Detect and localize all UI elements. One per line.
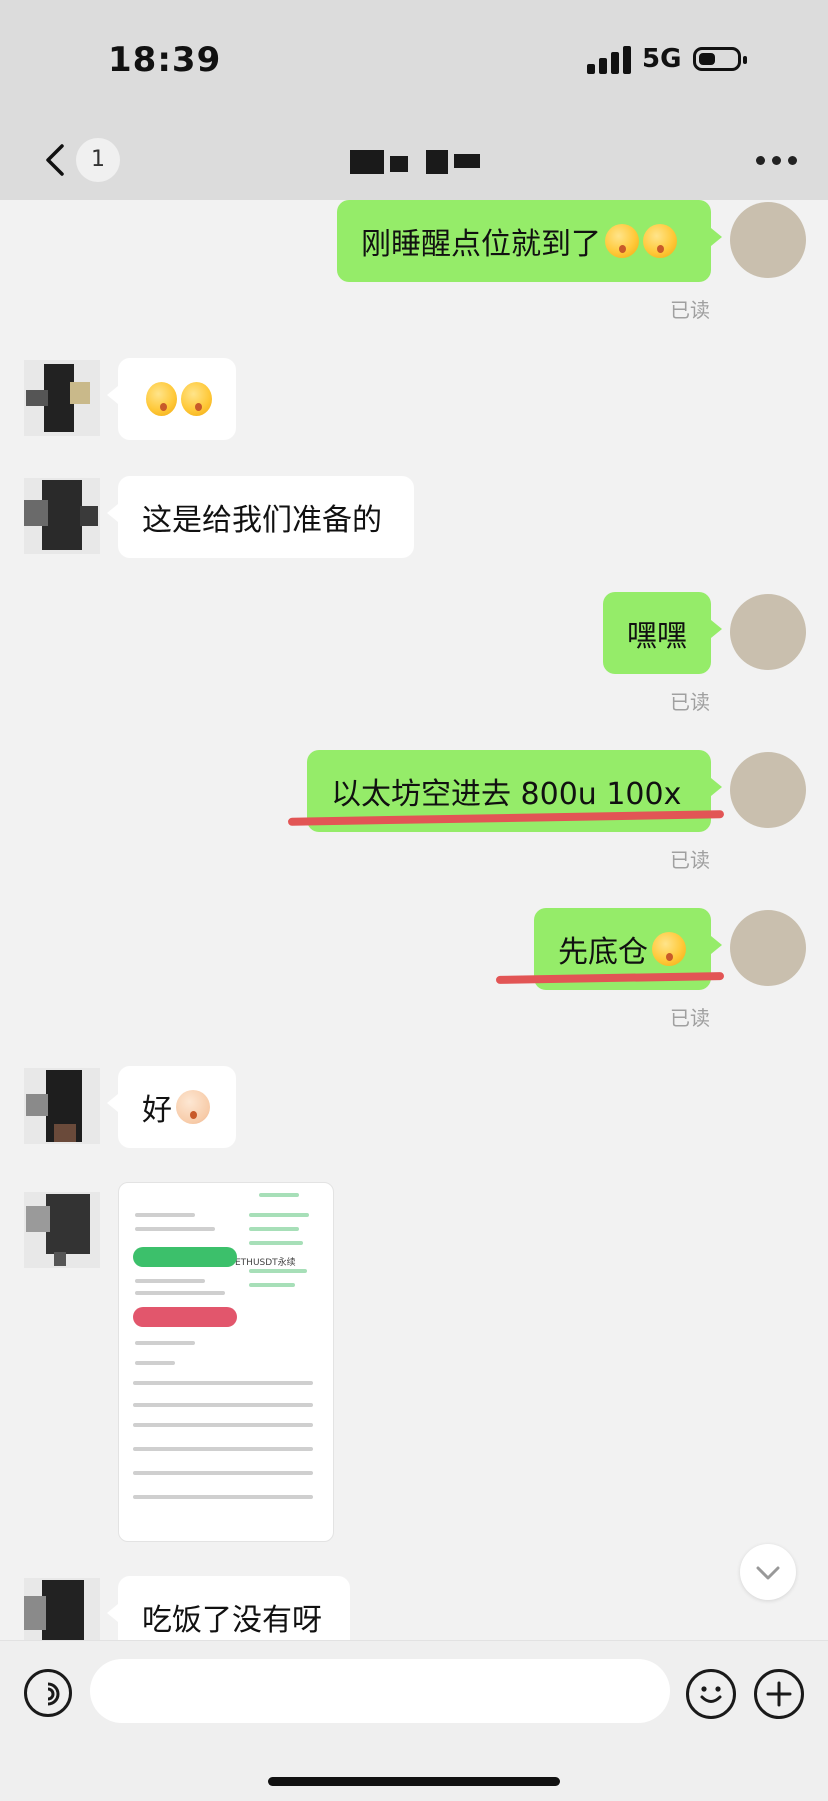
emoji-icon[interactable] bbox=[686, 1669, 736, 1719]
message-bubble[interactable]: 嘿嘿 bbox=[603, 592, 711, 674]
more-icon[interactable] bbox=[756, 156, 800, 166]
avatar-me[interactable] bbox=[730, 594, 806, 670]
trade-screenshot-image[interactable]: ETHUSDT永续 bbox=[118, 1182, 334, 1542]
message-bubble[interactable]: 刚睡醒点位就到了 bbox=[337, 200, 711, 282]
avatar-contact[interactable] bbox=[24, 360, 100, 436]
message-text: 以太坊空进去 800u 100x bbox=[331, 777, 682, 812]
avatar-contact[interactable] bbox=[24, 478, 100, 554]
plus-icon[interactable] bbox=[754, 1669, 804, 1719]
network-type: 5G bbox=[642, 44, 682, 74]
chat-header: 1 bbox=[0, 120, 828, 200]
chat-title-redacted bbox=[350, 148, 490, 176]
battery-icon bbox=[693, 47, 747, 71]
thinking-emoji bbox=[146, 382, 177, 416]
message-text: 这是给我们准备的 bbox=[142, 503, 382, 538]
avatar-me[interactable] bbox=[730, 910, 806, 986]
face-emoji bbox=[605, 224, 639, 258]
message-input[interactable] bbox=[90, 1659, 670, 1723]
avatar-contact[interactable] bbox=[24, 1192, 100, 1268]
ok-hand-emoji bbox=[176, 1090, 210, 1124]
message-text: 先底仓 bbox=[558, 935, 648, 970]
message-text: 吃饭了没有呀 bbox=[142, 1603, 322, 1638]
input-bar bbox=[0, 1640, 828, 1801]
voice-icon[interactable] bbox=[24, 1669, 72, 1717]
eyes-emoji bbox=[181, 382, 212, 416]
message-text: 好 bbox=[142, 1093, 172, 1128]
message-bubble[interactable] bbox=[118, 358, 236, 440]
message-bubble[interactable]: 这是给我们准备的 bbox=[118, 476, 414, 558]
avatar-me[interactable] bbox=[730, 752, 806, 828]
read-receipt: 已读 bbox=[670, 1006, 710, 1030]
face-emoji bbox=[643, 224, 677, 258]
unread-badge[interactable]: 1 bbox=[76, 138, 120, 182]
read-receipt: 已读 bbox=[670, 690, 710, 714]
status-time: 18:39 bbox=[108, 40, 222, 80]
message-list[interactable]: 刚睡醒点位就到了 已读 这是给我们准备的 嘿嘿 已读 以太坊空进去 800u 1… bbox=[0, 200, 828, 1658]
scroll-down-button[interactable] bbox=[740, 1544, 796, 1600]
read-receipt: 已读 bbox=[670, 848, 710, 872]
message-bubble[interactable]: 好 bbox=[118, 1066, 236, 1148]
avatar-contact[interactable] bbox=[24, 1068, 100, 1144]
message-text: 刚睡醒点位就到了 bbox=[361, 227, 601, 262]
chevron-down-icon bbox=[756, 1566, 780, 1580]
image-caption: ETHUSDT永续 bbox=[235, 1258, 296, 1268]
message-text: 嘿嘿 bbox=[627, 619, 687, 654]
face-emoji bbox=[652, 932, 686, 966]
home-indicator bbox=[268, 1777, 560, 1786]
status-bar: 18:39 5G bbox=[0, 0, 828, 120]
avatar-me[interactable] bbox=[730, 202, 806, 278]
read-receipt: 已读 bbox=[670, 298, 710, 322]
chevron-left-icon[interactable] bbox=[38, 142, 74, 178]
signal-icon bbox=[587, 46, 631, 74]
